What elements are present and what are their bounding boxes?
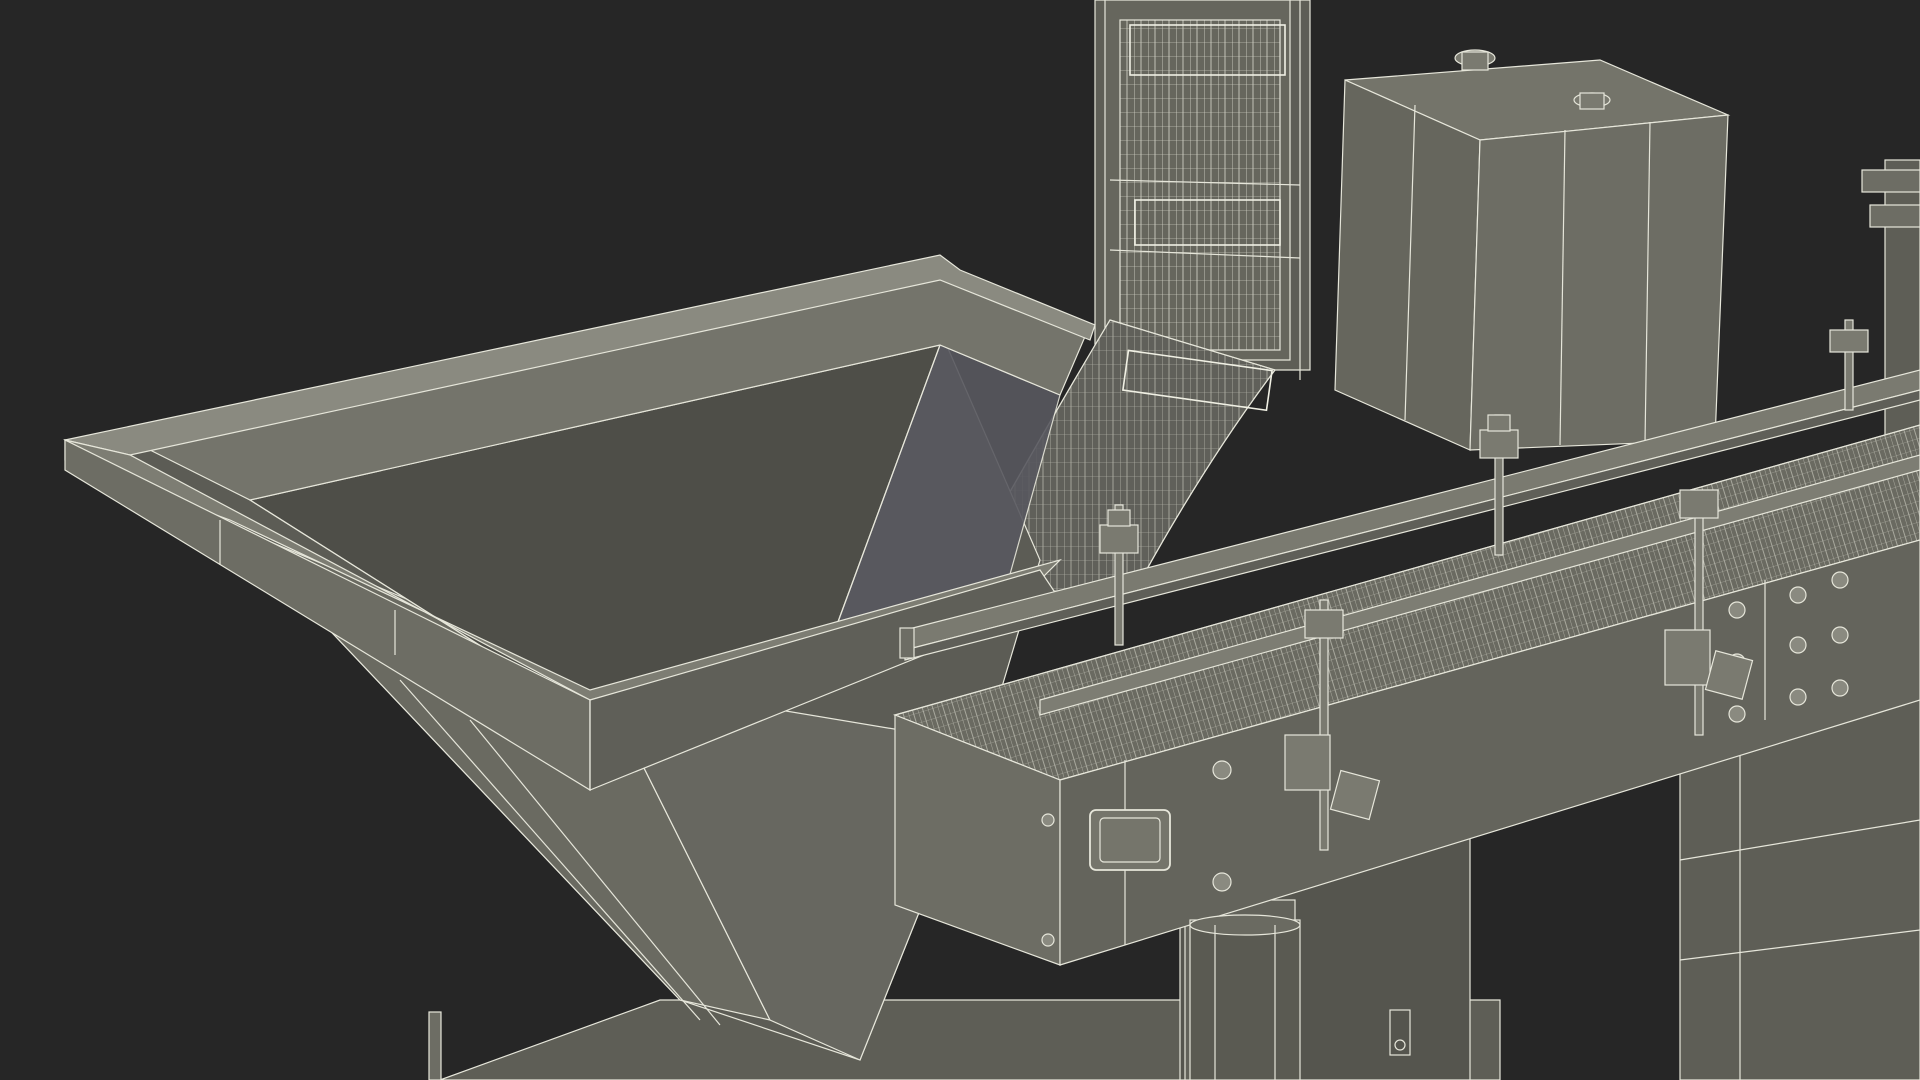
render-viewport — [0, 0, 1920, 1080]
elevator-column — [1094, 0, 1311, 380]
tank — [1334, 49, 1731, 451]
wireframe-scene — [63, 0, 1920, 1080]
support-column — [1189, 914, 1301, 1080]
hopper — [63, 254, 1096, 1061]
